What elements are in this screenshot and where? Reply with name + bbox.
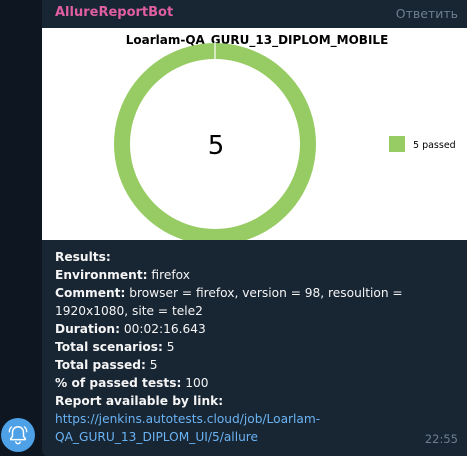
report-link-wrapper: https://jenkins.autotests.cloud/job/Loar… [55, 410, 460, 446]
bot-avatar[interactable] [1, 418, 35, 452]
donut-chart: Loarlam-QA_GURU_13_DIPLOM_MOBILE 5 5 pas… [113, 33, 456, 240]
environment-label: Environment: [55, 268, 148, 282]
report-chart-image[interactable]: Loarlam-QA_GURU_13_DIPLOM_MOBILE 5 5 pas… [42, 28, 467, 240]
report-link[interactable]: https://jenkins.autotests.cloud/job/Loar… [55, 412, 320, 444]
comment-line: Comment: browser = firefox, version = 98… [55, 284, 460, 320]
environment-value: firefox [147, 268, 190, 282]
chart-title: Loarlam-QA_GURU_13_DIPLOM_MOBILE [126, 33, 389, 48]
chart-legend: 5 passed [389, 136, 456, 152]
reply-button[interactable]: Ответить [396, 6, 458, 21]
percent-passed-label: % of passed tests: [55, 376, 182, 390]
legend-swatch-0 [389, 136, 405, 152]
total-passed-label: Total passed: [55, 358, 146, 372]
donut-center-value: 5 [208, 131, 225, 161]
legend-label-0: 5 passed [413, 140, 456, 151]
environment-line: Environment: firefox [55, 266, 460, 284]
chat-view: AllureReportBot Ответить Loarlam-QA_GURU… [0, 0, 467, 456]
total-scenarios-value: 5 [162, 340, 175, 354]
message-header: AllureReportBot Ответить [42, 0, 467, 28]
bell-icon [8, 426, 28, 445]
duration-label: Duration: [55, 322, 120, 336]
total-scenarios-label: Total scenarios: [55, 340, 163, 354]
comment-label: Comment: [55, 286, 126, 300]
total-scenarios-line: Total scenarios: 5 [55, 338, 460, 356]
results-label: Results: [55, 250, 111, 264]
duration-line: Duration: 00:02:16.643 [55, 320, 460, 338]
report-link-label: Report available by link: [55, 394, 224, 408]
message-time: 22:55 [424, 432, 458, 446]
report-link-line: Report available by link: [55, 392, 460, 410]
duration-value: 00:02:16.643 [119, 322, 206, 336]
percent-passed-value: 100 [181, 376, 209, 390]
percent-passed-line: % of passed tests: 100 [55, 374, 460, 392]
message-body: Results: Environment: firefox Comment: b… [55, 248, 460, 446]
total-passed-line: Total passed: 5 [55, 356, 460, 374]
message-bubble: AllureReportBot Ответить Loarlam-QA_GURU… [42, 0, 467, 456]
results-line: Results: [55, 248, 460, 266]
sender-name[interactable]: AllureReportBot [55, 5, 173, 20]
total-passed-value: 5 [145, 358, 158, 372]
